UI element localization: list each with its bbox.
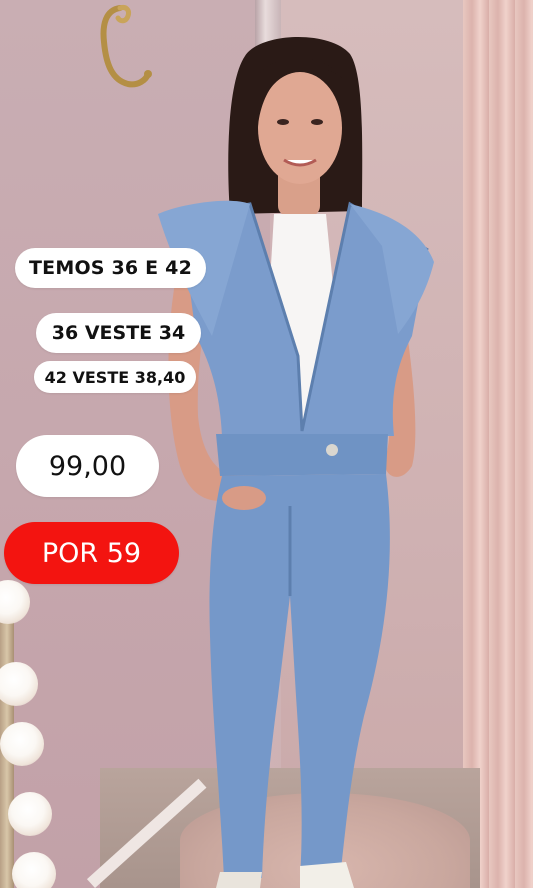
old-price-sticker: 99,00 [16,435,159,497]
light-bulb [0,662,38,706]
light-bulb [0,580,30,624]
gold-hook-icon [100,5,152,88]
light-bulb [0,722,44,766]
size-42-fit-sticker: 42 VESTE 38,40 [34,361,196,393]
story-view: TEMOS 36 E 42 36 VESTE 34 42 VESTE 38,40… [0,0,533,888]
light-bulb [8,792,52,836]
light-bulb [12,852,56,888]
size-36-fit-sticker: 36 VESTE 34 [36,313,201,353]
model-photo [158,36,434,888]
sizes-available-sticker: TEMOS 36 E 42 [15,248,206,288]
pink-curtain [463,0,533,888]
sale-price-sticker: POR 59 [4,522,179,584]
vanity-light-bulbs [0,570,72,888]
